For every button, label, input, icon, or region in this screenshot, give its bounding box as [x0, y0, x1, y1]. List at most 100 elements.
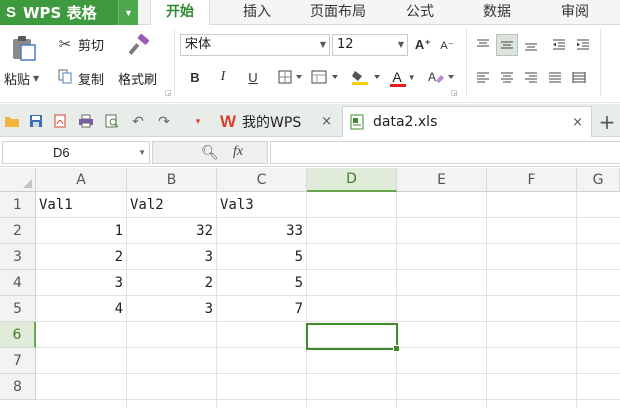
- tab-formulas[interactable]: 公式: [392, 0, 448, 25]
- tab-insert[interactable]: 插入: [228, 0, 286, 25]
- customize-icon[interactable]: ▾: [190, 113, 206, 129]
- font-dialog-launcher-icon[interactable]: ◲: [451, 89, 458, 97]
- chevron-down-icon: ▼: [319, 40, 326, 49]
- paste-button[interactable]: 粘贴 ▼: [4, 69, 39, 88]
- cell-c4[interactable]: 5: [217, 270, 306, 296]
- row-header-4[interactable]: 4: [0, 270, 36, 296]
- undo-icon[interactable]: ↶: [130, 113, 146, 129]
- row-header-8[interactable]: 8: [0, 374, 36, 400]
- column-header-a[interactable]: A: [36, 168, 127, 192]
- close-icon[interactable]: ×: [321, 114, 332, 129]
- tab-data[interactable]: 数据: [468, 0, 526, 25]
- align-top-icon[interactable]: [472, 34, 494, 56]
- clear-format-button[interactable]: A: [426, 66, 458, 88]
- tab-page-layout[interactable]: 页面布局: [300, 0, 376, 25]
- zoom-icon[interactable]: 🔍︎: [201, 144, 219, 161]
- align-middle-icon[interactable]: [496, 34, 518, 56]
- cell-c5[interactable]: 7: [217, 296, 306, 322]
- font-color-swatch: [390, 84, 406, 87]
- function-icon[interactable]: fx: [233, 144, 243, 160]
- align-bottom-icon[interactable]: [520, 34, 542, 56]
- chevron-down-icon[interactable]: ▼: [118, 0, 138, 25]
- app-menu-button[interactable]: S WPS 表格 ▼: [0, 0, 138, 25]
- cell-a3[interactable]: 2: [36, 244, 126, 270]
- row-header-2[interactable]: 2: [0, 218, 36, 244]
- cut-label: 剪切: [78, 38, 105, 54]
- format-painter-icon[interactable]: [126, 33, 152, 59]
- paste-icon[interactable]: [10, 35, 40, 61]
- column-header-b[interactable]: B: [127, 168, 217, 192]
- decrease-indent-icon[interactable]: [548, 34, 570, 56]
- tab-review[interactable]: 审阅: [546, 0, 604, 25]
- increase-font-size-icon[interactable]: A⁺: [412, 34, 434, 56]
- print-preview-icon[interactable]: [104, 113, 120, 129]
- font-name-select[interactable]: 宋体 ▼: [180, 34, 330, 56]
- font-color-icon: A: [392, 69, 402, 85]
- column-header-c[interactable]: C: [217, 168, 307, 192]
- row-header-3[interactable]: 3: [0, 244, 36, 270]
- column-header-g[interactable]: G: [577, 168, 620, 192]
- gridline: [36, 399, 620, 400]
- new-tab-icon[interactable]: +: [596, 106, 618, 137]
- app-name: WPS 表格: [23, 4, 97, 22]
- column-header-e[interactable]: E: [397, 168, 487, 192]
- font-color-button[interactable]: A ▼: [388, 66, 420, 88]
- decrease-font-size-icon[interactable]: A⁻: [436, 34, 458, 56]
- redo-icon[interactable]: ↷: [156, 113, 172, 129]
- cell-a4[interactable]: 3: [36, 270, 126, 296]
- row-header-6[interactable]: 6: [0, 322, 36, 348]
- cell-a2[interactable]: 1: [36, 218, 126, 244]
- name-box[interactable]: D6 ▼: [2, 141, 150, 164]
- open-folder-icon[interactable]: [4, 113, 20, 129]
- align-right-icon[interactable]: [520, 66, 542, 88]
- cell-a5[interactable]: 4: [36, 296, 126, 322]
- format-painter-button[interactable]: 格式刷: [118, 69, 157, 88]
- cell-c2[interactable]: 33: [217, 218, 306, 244]
- column-header-f[interactable]: F: [487, 168, 577, 192]
- close-icon[interactable]: ×: [572, 115, 583, 130]
- doc-tab-label: 我的WPS: [242, 114, 302, 131]
- font-size-value: 12: [337, 37, 354, 52]
- row-header-1[interactable]: 1: [0, 192, 36, 218]
- scissors-icon: ✂: [58, 35, 72, 53]
- cell-c3[interactable]: 5: [217, 244, 306, 270]
- bold-button[interactable]: B: [184, 66, 206, 88]
- distributed-align-icon[interactable]: [568, 66, 590, 88]
- cell-a1[interactable]: Val1: [36, 192, 126, 218]
- doc-tab-data2[interactable]: data2.xls ×: [342, 106, 592, 137]
- save-icon[interactable]: [28, 113, 44, 129]
- borders-button[interactable]: [276, 66, 306, 88]
- tab-home[interactable]: 开始: [150, 0, 210, 26]
- pdf-export-icon[interactable]: [52, 113, 68, 129]
- doc-tab-label: data2.xls: [373, 114, 438, 130]
- font-size-select[interactable]: 12 ▼: [332, 34, 408, 56]
- active-cell-d6[interactable]: [306, 323, 400, 352]
- italic-button[interactable]: I: [212, 66, 234, 88]
- row-header-7[interactable]: 7: [0, 348, 36, 374]
- gridline: [306, 192, 307, 408]
- align-center-icon[interactable]: [496, 66, 518, 88]
- cell-c1[interactable]: Val3: [217, 192, 306, 218]
- cut-button[interactable]: ✂ 剪切: [56, 35, 105, 54]
- underline-button[interactable]: U: [242, 66, 264, 88]
- column-header-d[interactable]: D: [307, 168, 397, 192]
- copy-button[interactable]: 复制: [56, 69, 104, 88]
- align-left-icon[interactable]: [472, 66, 494, 88]
- increase-indent-icon[interactable]: [572, 34, 594, 56]
- select-all-corner[interactable]: [0, 168, 36, 192]
- eraser-icon: A: [428, 70, 454, 84]
- cell-b1[interactable]: Val2: [127, 192, 216, 218]
- merge-cells-button[interactable]: [310, 66, 342, 88]
- doc-tab-my-wps[interactable]: W 我的WPS ×: [212, 106, 340, 137]
- cell-b3[interactable]: 3: [127, 244, 216, 270]
- formula-input[interactable]: [270, 141, 620, 164]
- clipboard-dialog-launcher-icon[interactable]: ◲: [165, 89, 172, 97]
- fill-color-button[interactable]: [350, 66, 384, 88]
- print-icon[interactable]: [78, 113, 94, 129]
- cell-b5[interactable]: 3: [127, 296, 216, 322]
- cell-b4[interactable]: 2: [127, 270, 216, 296]
- cell-b2[interactable]: 32: [127, 218, 216, 244]
- ribbon-separator: [174, 29, 175, 97]
- justify-icon[interactable]: [544, 66, 566, 88]
- row-header-5[interactable]: 5: [0, 296, 36, 322]
